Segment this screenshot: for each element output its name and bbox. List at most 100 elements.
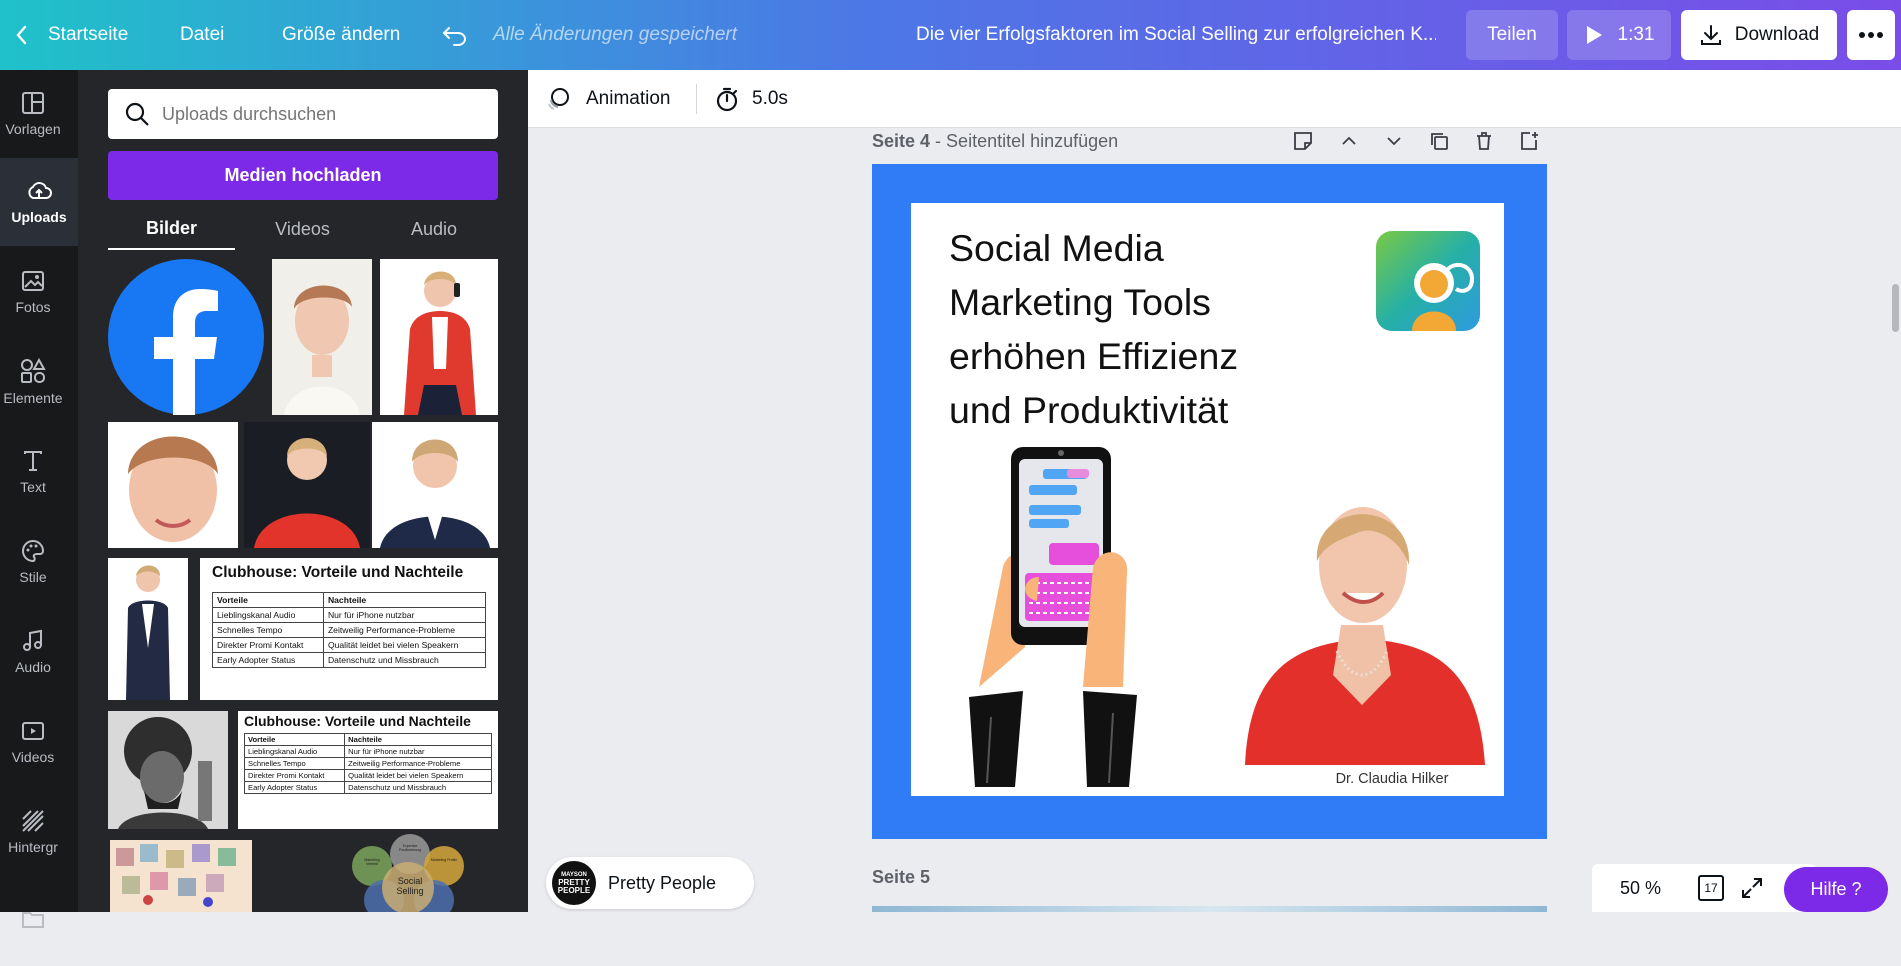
image-thumbnail-man-bw[interactable] <box>108 711 228 829</box>
avatar-text-main: PRETTY PEOPLE <box>557 877 591 895</box>
image-thumbnail-clubhouse-table-2[interactable]: Clubhouse: Vorteile und Nachteile Vortei… <box>238 711 498 829</box>
rail-label: Text <box>20 479 46 495</box>
rail-item-templates[interactable]: Vorlagen <box>0 70 66 158</box>
table-header: Nachteile <box>344 733 492 746</box>
rail-label: Elemente <box>3 390 63 406</box>
table-header: Nachteile <box>322 592 487 608</box>
present-button[interactable]: 1:31 <box>1567 10 1671 60</box>
table-header: Vorteile <box>212 592 324 608</box>
table-cell: Datenschutz und Missbrauch <box>322 652 487 668</box>
author-credit[interactable]: Dr. Claudia Hilker <box>1307 771 1477 787</box>
page-grid-button[interactable]: 17 <box>1698 875 1724 901</box>
tab-audio[interactable]: Audio <box>370 208 498 250</box>
page-5-design-preview[interactable] <box>872 906 1547 912</box>
rail-label: Stile <box>19 569 47 585</box>
file-menu[interactable]: Datei <box>180 0 224 70</box>
page-4-design[interactable]: Social Media Marketing Tools erhöhen Eff… <box>872 164 1547 839</box>
team-avatar: MAYSON PRETTY PEOPLE <box>552 861 596 905</box>
table-title: Clubhouse: Vorteile und Nachteile <box>212 564 464 581</box>
share-button[interactable]: Teilen <box>1466 10 1558 60</box>
palette-icon <box>22 539 45 563</box>
download-icon <box>1700 25 1721 45</box>
image-thumbnail-face[interactable] <box>108 422 238 548</box>
page-4-title[interactable]: Seite 4 - Seitentitel hinzufügen <box>872 128 1118 152</box>
more-menu-button[interactable] <box>1847 10 1895 60</box>
zoom-level[interactable]: 50 % <box>1620 864 1661 912</box>
table-cell: Early Adopter Status <box>243 781 346 794</box>
rail-item-styles[interactable]: Stile <box>0 518 66 606</box>
delete-page-button[interactable] <box>1473 130 1495 152</box>
download-button[interactable]: Download <box>1681 10 1837 60</box>
image-thumbnail-collage[interactable] <box>110 840 252 912</box>
animation-label: Animation <box>586 88 671 109</box>
heading-line: Social Media <box>949 227 1164 269</box>
help-button[interactable]: Hilfe ? <box>1784 867 1888 912</box>
page-subtitle-placeholder[interactable]: Seitentitel hinzufügen <box>946 129 1118 153</box>
uploads-panel: Medien hochladen Bilder Videos Audio Clu… <box>78 70 528 912</box>
image-thumbnail-woman-blazer[interactable] <box>372 422 498 548</box>
chevron-up-icon <box>1342 136 1356 145</box>
timing-button[interactable]: 5.0s <box>714 70 788 128</box>
image-thumbnail-portrait[interactable] <box>272 259 372 415</box>
rail-item-folders[interactable] <box>0 878 66 966</box>
document-title[interactable]: Die vier Erfolgsfaktoren im Social Selli… <box>916 0 1436 70</box>
rail-item-photos[interactable]: Fotos <box>0 248 66 336</box>
undo-button[interactable] <box>442 0 468 70</box>
image-thumbnail-woman-phone[interactable] <box>380 259 498 415</box>
add-page-icon <box>1521 132 1538 150</box>
fullscreen-button[interactable] <box>1740 876 1764 905</box>
play-icon <box>1586 26 1602 44</box>
page-notes-button[interactable] <box>1292 130 1314 152</box>
woman-red-jacket-photo <box>404 271 476 415</box>
account-chip[interactable]: MAYSON PRETTY PEOPLE Pretty People <box>546 857 754 909</box>
venn-label: Marketing Profile <box>430 858 458 862</box>
rail-item-text[interactable]: Text <box>0 428 66 516</box>
image-thumbnail-clubhouse-table[interactable]: Clubhouse: Vorteile und Nachteile Vortei… <box>200 558 498 700</box>
tab-videos[interactable]: Videos <box>235 208 370 250</box>
slide-card: Social Media Marketing Tools erhöhen Eff… <box>911 203 1504 796</box>
trash-icon <box>1477 132 1491 150</box>
page-5-title[interactable]: Seite 5 <box>872 867 930 888</box>
resize-menu[interactable]: Größe ändern <box>282 0 400 70</box>
tab-images[interactable]: Bilder <box>108 208 235 250</box>
undo-icon <box>442 27 466 46</box>
home-link[interactable]: Startseite <box>14 0 128 70</box>
rail-item-uploads[interactable]: Uploads <box>0 158 78 246</box>
table-cell: Zeitweilig Performance-Probleme <box>344 757 492 770</box>
save-status: Alle Änderungen gespeichert <box>493 24 738 45</box>
canvas-scrollbar[interactable] <box>1892 284 1899 332</box>
rail-label: Audio <box>15 659 51 675</box>
table-cell: Qualität leidet bei vielen Speakern <box>344 769 492 782</box>
hands-phone-illustration <box>969 447 1137 787</box>
table-cell: Direkter Promi Kontakt <box>212 637 324 653</box>
rail-item-elements[interactable]: Elemente <box>0 338 66 426</box>
upload-media-button[interactable]: Medien hochladen <box>108 151 498 200</box>
contact-logo-icon[interactable] <box>1376 231 1480 331</box>
rail-item-videos[interactable]: Videos <box>0 698 66 786</box>
rail-item-background[interactable]: Hintergr <box>0 788 66 876</box>
table-cell: Qualität leidet bei vielen Speakern <box>322 637 487 653</box>
move-page-down-button[interactable] <box>1383 130 1405 152</box>
music-icon <box>23 629 42 651</box>
slide-heading[interactable]: Social Media Marketing Tools erhöhen Eff… <box>949 221 1238 437</box>
page-count: 17 <box>1704 881 1718 895</box>
image-thumbnail-woman-red-blouse[interactable] <box>244 422 370 548</box>
portrait-photo <box>284 285 360 415</box>
duplicate-page-button[interactable] <box>1428 130 1450 152</box>
move-page-up-button[interactable] <box>1338 130 1360 152</box>
woman-blazer-photo <box>380 439 490 548</box>
table-cell: Schnelles Tempo <box>212 622 324 638</box>
search-input[interactable] <box>162 103 482 125</box>
animation-button[interactable]: Animation <box>546 70 671 128</box>
chevron-left-icon <box>16 25 27 45</box>
image-thumbnail-woman-standing[interactable] <box>108 558 188 700</box>
element-toolbar: Animation 5.0s <box>528 70 1901 128</box>
image-thumbnail-social-selling-venn[interactable]: Social Selling Expertise Positionierung … <box>308 832 498 912</box>
duration-label: 1:31 <box>1617 24 1655 45</box>
table-cell: Early Adopter Status <box>212 652 324 668</box>
rail-label: Uploads <box>11 209 67 225</box>
rail-item-audio[interactable]: Audio <box>0 608 66 696</box>
add-page-button[interactable] <box>1518 130 1540 152</box>
image-thumbnail-facebook-logo[interactable] <box>108 259 264 415</box>
search-box[interactable] <box>108 89 498 139</box>
